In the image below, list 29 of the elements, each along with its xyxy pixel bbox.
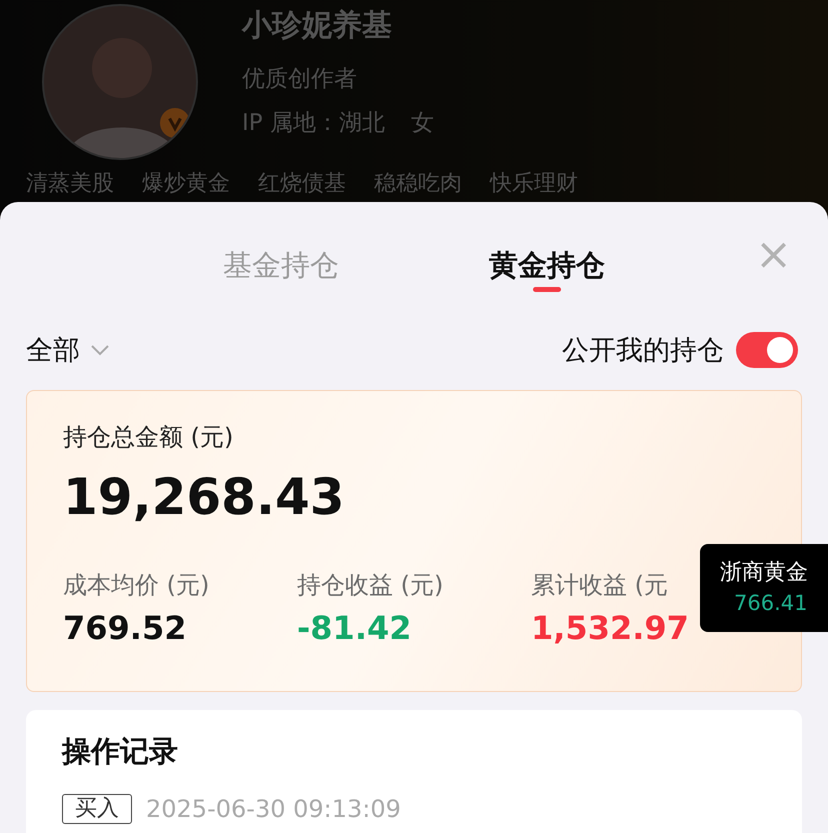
stat-value: 769.52 <box>63 609 188 647</box>
total-value: 19,268.43 <box>63 467 346 527</box>
profile-tag[interactable]: 稳稳吃肉 <box>374 170 462 198</box>
stat-label: 累计收益 (元 <box>531 570 668 601</box>
tooltip-value: 766.41 <box>734 590 808 617</box>
profile-name: 小珍妮养基 <box>242 7 393 45</box>
total-label: 持仓总金额 (元) <box>63 422 234 453</box>
profile-tag[interactable]: 红烧债基 <box>258 170 346 198</box>
tooltip-name: 浙商黄金 <box>720 559 809 587</box>
record-time: 2025-06-30 09:13:09 <box>146 795 401 823</box>
stat-label: 成本均价 (元) <box>63 570 210 601</box>
stat-value: -81.42 <box>297 609 412 647</box>
stat-value: 1,532.97 <box>531 609 690 647</box>
public-switch[interactable] <box>736 332 798 368</box>
filter-dropdown[interactable]: 全部 <box>26 332 110 368</box>
toggle-label: 公开我的持仓 <box>562 334 724 368</box>
records-title: 操作记录 <box>62 733 179 770</box>
gender: 女 <box>410 110 434 136</box>
profile-tag[interactable]: 快乐理财 <box>490 170 578 198</box>
profile-tag[interactable]: 爆炒黄金 <box>142 170 230 198</box>
holding-tab[interactable]: 基金持仓 <box>223 202 339 292</box>
stat-label: 持仓收益 (元) <box>297 570 444 601</box>
ip-location: IP 属地：湖北 <box>242 110 385 136</box>
profile-tag[interactable]: 清蒸美股 <box>26 170 114 198</box>
profile-subtitle: 优质创作者 <box>242 65 358 94</box>
holding-tab[interactable]: 黄金持仓 <box>489 202 605 292</box>
record-type-tag: 买入 <box>62 794 132 824</box>
chevron-down-icon <box>90 344 110 356</box>
close-button[interactable]: × <box>755 232 792 278</box>
